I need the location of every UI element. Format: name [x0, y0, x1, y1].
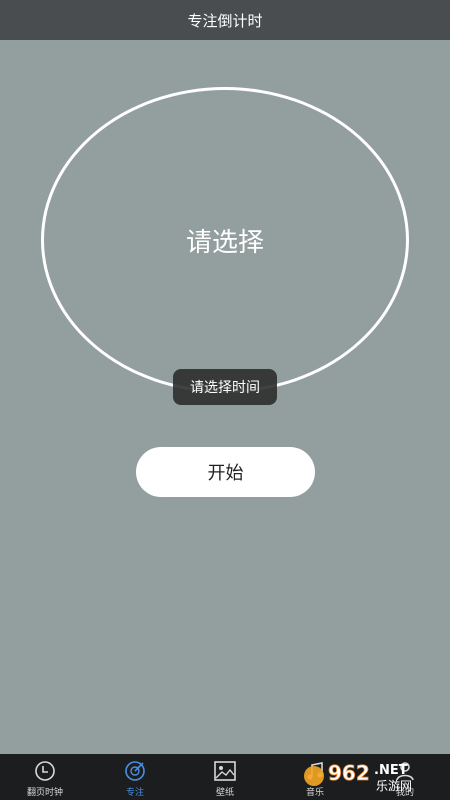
tab-label: 专注 [125, 788, 144, 798]
bottom-tab-bar: 翻页时钟 专注 壁纸 音乐 我的 [0, 754, 450, 800]
page-title: 专注倒计时 [187, 11, 263, 30]
focus-main-area: 请选择 请选择时间 开始 [0, 40, 450, 754]
tab-music[interactable]: 音乐 [270, 754, 360, 800]
tab-focus[interactable]: 专注 [90, 754, 180, 800]
tab-label: 我的 [395, 788, 414, 798]
tab-profile[interactable]: 我的 [360, 754, 450, 800]
tab-flip-clock[interactable]: 翻页时钟 [0, 754, 90, 800]
tab-label: 翻页时钟 [26, 788, 63, 798]
profile-icon [396, 762, 414, 781]
tab-label: 壁纸 [215, 788, 234, 798]
focus-target-icon [125, 761, 145, 781]
header-bar: 专注倒计时 [0, 0, 450, 40]
music-icon [307, 762, 323, 780]
tab-wallpaper[interactable]: 壁纸 [180, 754, 270, 800]
timer-ring-label[interactable]: 请选择 [41, 222, 409, 259]
image-icon [214, 761, 236, 781]
clock-icon [35, 761, 55, 781]
toast-message: 请选择时间 [173, 369, 277, 405]
start-button[interactable]: 开始 [136, 447, 315, 497]
tab-label: 音乐 [305, 788, 324, 798]
